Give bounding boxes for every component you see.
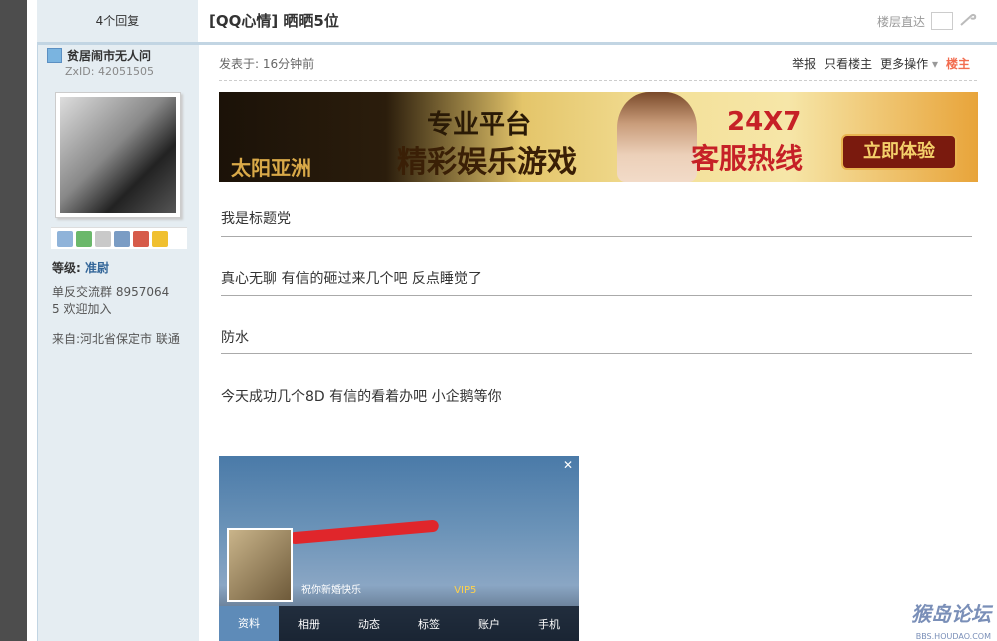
more-actions-label: 更多操作 — [880, 57, 929, 71]
post-separator-1 — [221, 236, 972, 237]
wrench-icon[interactable] — [959, 13, 977, 30]
post-separator-3 — [221, 353, 972, 354]
reply-count: 4个回复 — [37, 0, 198, 42]
author-name-text[interactable]: 贫居闹市无人问 — [67, 47, 151, 64]
floor-jump-label: 楼层直达 — [876, 14, 925, 29]
post-line-1: 我是标题党 — [221, 211, 291, 227]
add-friend-icon[interactable] — [76, 230, 92, 247]
more-actions-link[interactable]: 更多操作 ▾ — [880, 55, 938, 72]
close-icon: ✕ — [562, 458, 573, 472]
site-watermark: 猴岛论坛 — [911, 602, 991, 626]
qq-avatar-image — [227, 528, 293, 602]
floor-jump: 楼层直达 — [877, 12, 977, 30]
thread-header: 4个回复 [QQ心情] 晒晒5位 楼层直达 — [37, 0, 997, 45]
qq-nav-item: 标签 — [418, 617, 440, 631]
post-line-2: 真心无聊 有信的砸过来几个吧 反点睡觉了 — [221, 271, 482, 287]
profile-icon[interactable] — [114, 230, 130, 247]
signature-line-1: 单反交流群 8957064 — [52, 285, 170, 299]
qq-vip: VIP5 — [454, 585, 477, 596]
gift-icon[interactable] — [133, 230, 149, 247]
left-dark-bar — [0, 0, 27, 641]
post-separator-2 — [221, 295, 972, 296]
post-container: 4个回复 [QQ心情] 晒晒5位 楼层直达 贫居闹市无人问 ZxID: 4205… — [27, 0, 997, 641]
mail-icon[interactable] — [57, 230, 73, 247]
banner-line-2: 精彩娱乐游戏 — [397, 145, 577, 180]
qq-nav-item: 资料 — [219, 606, 279, 641]
op-badge: 楼主 — [945, 57, 970, 71]
author-icon-bar — [51, 227, 187, 249]
banner-cta-button[interactable]: 立即体验 — [841, 134, 957, 170]
qq-nav-item: 手机 — [538, 617, 560, 631]
post-image[interactable]: ✕ 祝你新婚快乐 VIP5 资料 相册 动态 标签 账户 手机 — [219, 456, 579, 641]
post-time: 发表于: 16分钟前 — [219, 57, 315, 71]
banner-model-image — [617, 92, 697, 182]
banner-hotline-top: 24X7 — [727, 107, 802, 137]
floor-jump-input[interactable] — [931, 12, 953, 30]
search-posts-icon[interactable] — [95, 230, 111, 247]
post-line-4: 今天成功几个8D 有信的看着办吧 小企鹅等你 — [221, 389, 502, 405]
chevron-down-icon: ▾ — [931, 57, 938, 71]
qq-status-text: 祝你新婚快乐 VIP5 — [301, 581, 476, 596]
author-name[interactable]: 贫居闹市无人问 — [47, 47, 151, 64]
banner-hotline-bottom: 客服热线 — [691, 142, 804, 175]
qq-icon[interactable] — [152, 230, 168, 247]
post-actions: 举报 只看楼主 更多操作 ▾ 楼主 — [792, 55, 970, 72]
author-uid: ZxID: 42051505 — [65, 65, 154, 78]
thread-title: [QQ心情] 晒晒5位 — [209, 12, 339, 30]
post-line-3: 防水 — [221, 330, 249, 346]
avatar[interactable] — [55, 92, 181, 218]
banner-line-1: 专业平台 — [427, 110, 532, 140]
qq-nav-item: 相册 — [298, 617, 320, 631]
rank-label: 等级: — [52, 261, 81, 275]
qq-status: 祝你新婚快乐 — [301, 585, 361, 596]
site-watermark-url: BBS.HOUDAO.COM — [915, 632, 991, 641]
author-signature: 单反交流群 8957064 5 欢迎加入 — [52, 284, 169, 318]
user-icon — [47, 48, 62, 63]
qq-nav-item: 账户 — [478, 617, 500, 631]
avatar-photo — [60, 97, 176, 213]
meta-divider — [219, 80, 977, 81]
banner-brand: 太阳亚洲 — [231, 156, 311, 180]
author-location: 来自:河北省保定市 联通 — [52, 332, 180, 346]
rank-value[interactable]: 准尉 — [85, 261, 109, 275]
redaction-scribble — [288, 519, 440, 545]
only-op-link[interactable]: 只看楼主 — [824, 55, 872, 72]
report-link[interactable]: 举报 — [792, 55, 816, 72]
signature-line-2: 5 欢迎加入 — [52, 302, 112, 316]
author-rank: 等级: 准尉 — [52, 259, 109, 276]
qq-nav-item: 动态 — [358, 617, 380, 631]
ad-banner[interactable]: 太阳亚洲 专业平台 精彩娱乐游戏 24X7 客服热线 立即体验 — [219, 92, 978, 182]
qq-nav-bar: 资料 相册 动态 标签 账户 手机 — [219, 606, 579, 641]
